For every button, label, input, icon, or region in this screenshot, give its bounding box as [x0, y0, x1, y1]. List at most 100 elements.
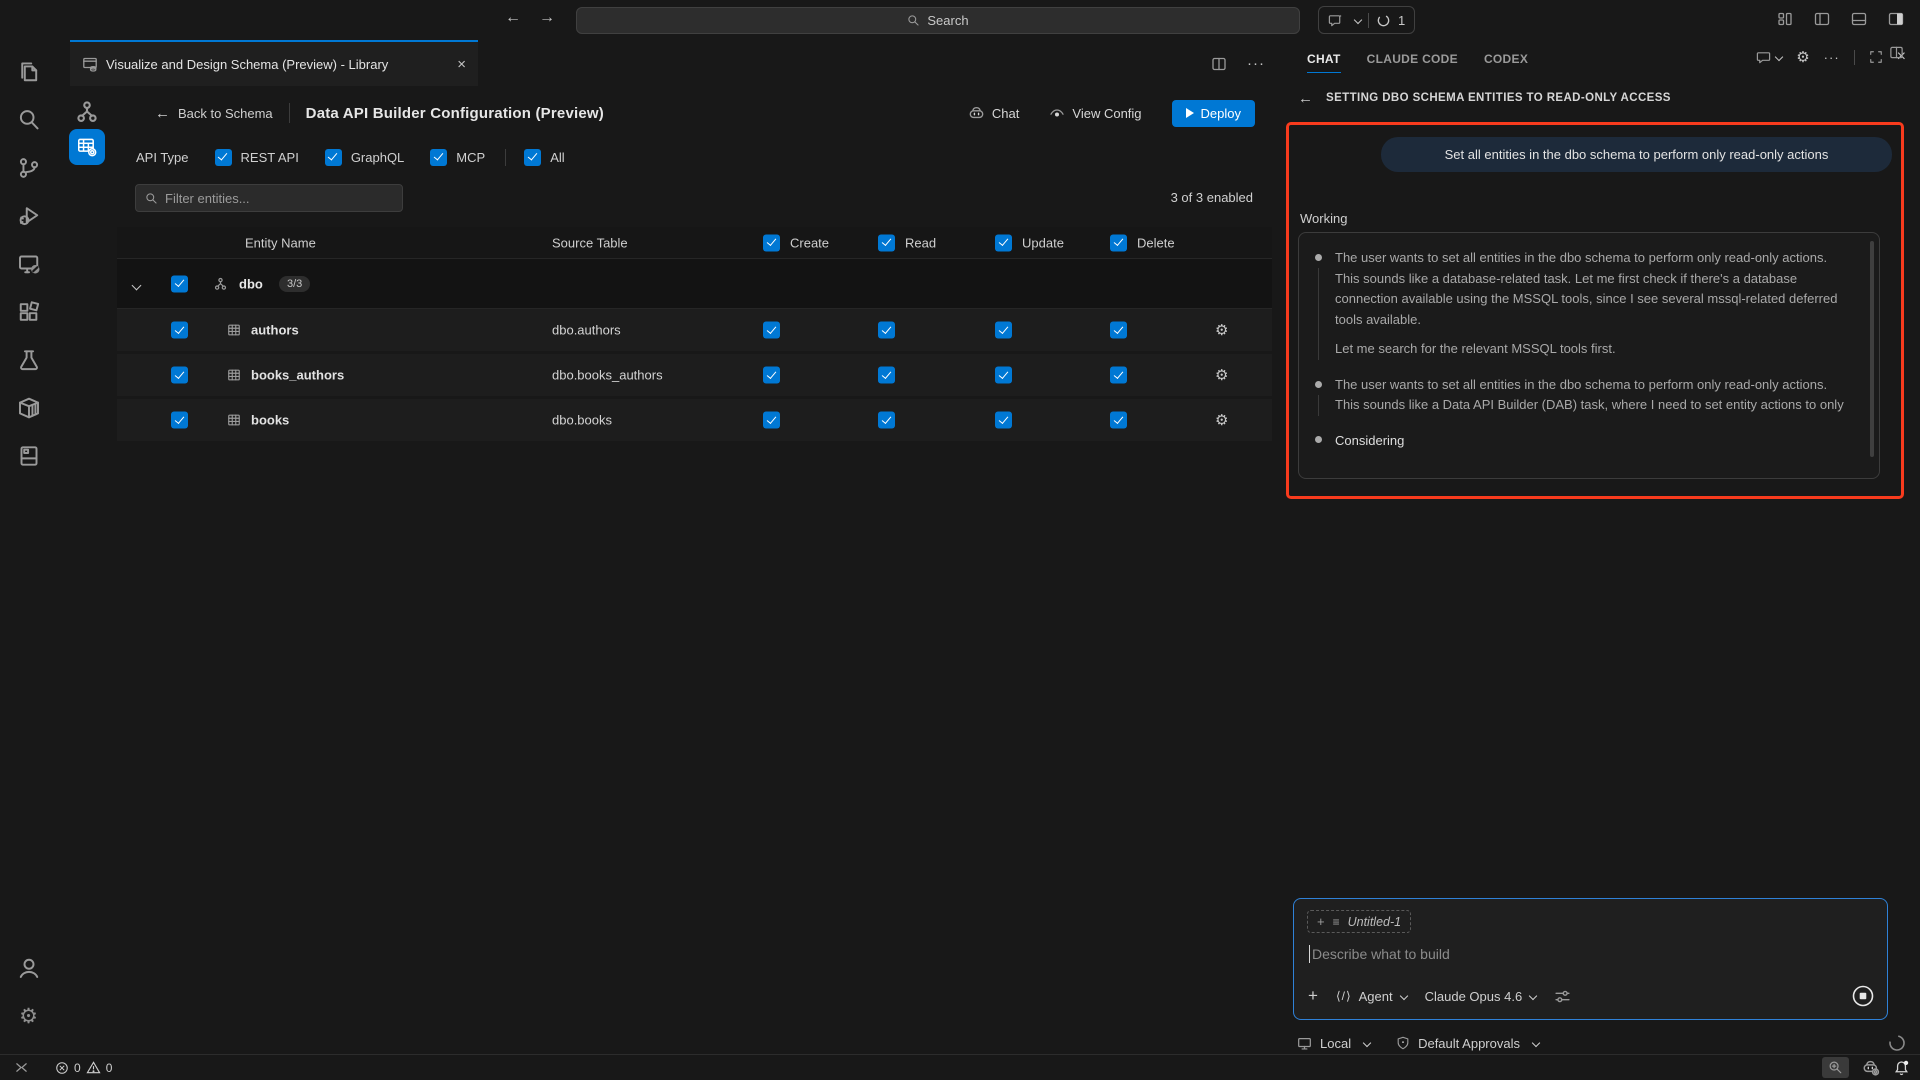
chat-button[interactable]: Chat — [968, 105, 1019, 122]
container-tools-icon[interactable] — [0, 384, 57, 432]
table-row-authors[interactable]: authors dbo.authors ⚙ — [117, 309, 1272, 354]
zoom-indicator[interactable] — [1822, 1057, 1849, 1078]
create-checkbox[interactable] — [763, 367, 780, 384]
graphql-checkbox[interactable] — [325, 149, 342, 166]
copilot-icon — [968, 105, 985, 122]
rest-api-checkbox[interactable] — [215, 149, 232, 166]
dab-config-button[interactable] — [69, 129, 105, 165]
read-checkbox[interactable] — [878, 367, 895, 384]
toggle-secondary-sidebar-icon[interactable] — [1888, 11, 1904, 27]
open-session-editor-icon[interactable] — [1889, 45, 1904, 60]
delete-checkbox[interactable] — [1110, 322, 1127, 339]
database-projects-icon[interactable] — [0, 432, 57, 480]
mode-picker[interactable]: ⟨/⟩ Agent — [1336, 989, 1407, 1004]
session-back-icon[interactable]: ← — [1298, 90, 1313, 107]
explorer-icon[interactable] — [0, 48, 57, 96]
chevron-down-icon[interactable] — [1354, 16, 1362, 24]
search-icon — [145, 192, 158, 205]
delete-checkbox[interactable] — [1110, 367, 1127, 384]
copilot-control-group[interactable]: 1 — [1318, 6, 1415, 34]
view-config-button[interactable]: View Config — [1049, 105, 1141, 121]
create-checkbox[interactable] — [763, 412, 780, 429]
row-checkbox[interactable] — [171, 412, 188, 429]
update-checkbox[interactable] — [995, 322, 1012, 339]
col-read: Read — [905, 235, 936, 250]
tab-chat[interactable]: CHAT — [1307, 52, 1341, 73]
model-picker[interactable]: Claude Opus 4.6 — [1425, 989, 1537, 1004]
tools-sliders-icon[interactable] — [1554, 988, 1571, 1005]
row-settings-icon[interactable]: ⚙ — [1215, 411, 1228, 429]
copilot-chat-icon[interactable] — [1328, 13, 1343, 28]
new-chat-dropdown[interactable] — [1756, 50, 1782, 65]
context-chip[interactable]: + ≡ Untitled-1 — [1307, 910, 1411, 933]
table-row-books[interactable]: books dbo.books ⚙ — [117, 399, 1272, 444]
remote-explorer-icon[interactable] — [0, 240, 57, 288]
update-checkbox[interactable] — [995, 367, 1012, 384]
deploy-button[interactable]: Deploy — [1172, 100, 1255, 127]
copilot-status-icon[interactable] — [1862, 1059, 1880, 1077]
table-row-books-authors[interactable]: books_authors dbo.books_authors ⚙ — [117, 354, 1272, 399]
chat-settings-gear-icon[interactable]: ⚙ — [1796, 48, 1809, 66]
errors-icon — [55, 1061, 69, 1075]
back-to-schema-button[interactable]: ← Back to Schema — [155, 105, 273, 122]
beaker-icon[interactable] — [0, 336, 57, 384]
thinking-box[interactable]: The user wants to set all entities in th… — [1298, 232, 1880, 479]
nav-forward-icon[interactable]: → — [539, 9, 555, 27]
read-checkbox[interactable] — [878, 412, 895, 429]
more-actions-icon[interactable]: ··· — [1247, 55, 1265, 72]
row-checkbox[interactable] — [171, 367, 188, 384]
col-source-table: Source Table — [552, 235, 628, 250]
command-center-search[interactable]: Search — [576, 7, 1300, 34]
customize-layout-icon[interactable] — [1777, 11, 1793, 27]
remote-indicator-icon[interactable] — [14, 1060, 29, 1075]
chevron-down-icon — [1532, 1039, 1540, 1047]
create-checkbox[interactable] — [763, 322, 780, 339]
session-progress-icon[interactable] — [1376, 13, 1391, 28]
read-all-checkbox[interactable] — [878, 234, 895, 251]
approvals-picker[interactable]: Default Approvals — [1396, 1036, 1539, 1051]
update-checkbox[interactable] — [995, 412, 1012, 429]
row-checkbox[interactable] — [171, 322, 188, 339]
search-view-icon[interactable] — [0, 96, 57, 144]
row-settings-icon[interactable]: ⚙ — [1215, 321, 1228, 339]
read-checkbox[interactable] — [878, 322, 895, 339]
create-all-checkbox[interactable] — [763, 234, 780, 251]
tab-codex[interactable]: CODEX — [1484, 52, 1528, 72]
maximize-panel-icon[interactable] — [1869, 50, 1883, 64]
filter-entities-input[interactable]: Filter entities... — [135, 184, 403, 212]
stop-button[interactable] — [1851, 984, 1875, 1008]
notifications-bell-icon[interactable] — [1893, 1059, 1910, 1076]
thinking-paragraph: Let me search for the relevant MSSQL too… — [1335, 339, 1855, 360]
chevron-down-icon — [1363, 1039, 1371, 1047]
target-picker[interactable]: Local — [1297, 1036, 1370, 1051]
delete-all-checkbox[interactable] — [1110, 234, 1127, 251]
extensions-icon[interactable] — [0, 288, 57, 336]
chat-input-box[interactable]: + ≡ Untitled-1 Describe what to build + … — [1293, 898, 1888, 1020]
schema-group-row-dbo[interactable]: dbo 3/3 — [117, 258, 1272, 309]
dbo-group-checkbox[interactable] — [171, 275, 188, 292]
tab-close-icon[interactable]: × — [457, 56, 466, 73]
update-all-checkbox[interactable] — [995, 234, 1012, 251]
toggle-panel-icon[interactable] — [1851, 11, 1867, 27]
run-debug-icon[interactable] — [0, 192, 57, 240]
problems-indicator[interactable]: 0 0 — [55, 1060, 112, 1075]
delete-checkbox[interactable] — [1110, 412, 1127, 429]
tab-visualize-design-schema[interactable]: Visualize and Design Schema (Preview) - … — [70, 40, 478, 86]
source-control-icon[interactable] — [0, 144, 57, 192]
settings-gear-icon[interactable]: ⚙ — [0, 992, 57, 1040]
chat-more-icon[interactable]: ··· — [1824, 50, 1840, 65]
user-message-bubble: Set all entities in the dbo schema to pe… — [1381, 137, 1892, 172]
split-editor-icon[interactable] — [1211, 56, 1227, 72]
nav-back-icon[interactable]: ← — [505, 9, 521, 27]
accounts-icon[interactable] — [0, 944, 57, 992]
schema-designer-icon[interactable] — [74, 99, 100, 125]
collapse-chevron-icon[interactable] — [132, 280, 142, 290]
mcp-checkbox[interactable] — [430, 149, 447, 166]
back-to-schema-label: Back to Schema — [178, 106, 273, 121]
attach-icon[interactable]: + — [1308, 986, 1318, 1006]
thinking-scrollbar[interactable] — [1870, 241, 1874, 457]
tab-claude-code[interactable]: CLAUDE CODE — [1367, 52, 1458, 72]
toggle-primary-sidebar-icon[interactable] — [1814, 11, 1830, 27]
row-settings-icon[interactable]: ⚙ — [1215, 366, 1228, 384]
all-checkbox[interactable] — [524, 149, 541, 166]
